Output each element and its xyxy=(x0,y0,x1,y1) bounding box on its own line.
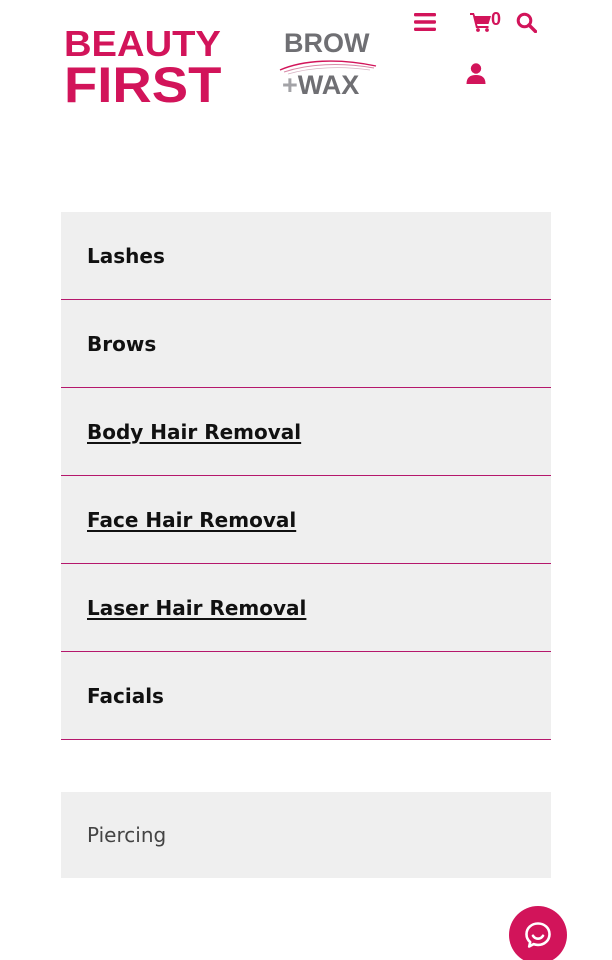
category-label: Facials xyxy=(87,683,164,708)
category-label: Lashes xyxy=(87,243,165,268)
category-item-face-hair-removal[interactable]: Face Hair Removal xyxy=(61,476,551,564)
search-icon[interactable] xyxy=(516,12,537,33)
logo-line-first: FIRST xyxy=(64,57,222,113)
category-item-laser-hair-removal[interactable]: Laser Hair Removal xyxy=(61,564,551,652)
logo-plus-sign: + xyxy=(282,70,298,100)
category-item-lashes[interactable]: Lashes xyxy=(61,212,551,300)
logo-wax-text: WAX xyxy=(297,70,360,100)
beauty-first-logo[interactable]: BEAUTY FIRST xyxy=(64,26,256,113)
category-link[interactable]: Body Hair Removal xyxy=(87,420,301,444)
chat-bubble-icon xyxy=(525,922,551,948)
category-item-body-hair-removal[interactable]: Body Hair Removal xyxy=(61,388,551,476)
page: BEAUTY FIRST BROW +WAX 0 Lashes Brows Bo… xyxy=(0,0,612,960)
cart-count-badge[interactable]: 0 xyxy=(491,10,501,28)
brow-wax-logo[interactable]: BROW +WAX xyxy=(278,28,378,108)
piercing-label: Piercing xyxy=(87,823,167,847)
shopping-cart-icon[interactable] xyxy=(470,12,492,32)
category-item-piercing[interactable]: Piercing xyxy=(61,792,551,878)
logo-line-wax: +WAX xyxy=(282,72,359,99)
category-item-brows[interactable]: Brows xyxy=(61,300,551,388)
hamburger-menu-icon[interactable] xyxy=(414,12,436,32)
category-link[interactable]: Laser Hair Removal xyxy=(87,596,306,620)
category-item-facials[interactable]: Facials xyxy=(61,652,551,740)
category-list: Lashes Brows Body Hair Removal Face Hair… xyxy=(61,212,551,740)
logo-line-brow: BROW xyxy=(284,28,370,58)
user-icon[interactable] xyxy=(466,63,486,84)
category-label: Brows xyxy=(87,331,157,356)
category-link[interactable]: Face Hair Removal xyxy=(87,508,296,532)
chat-button[interactable] xyxy=(509,906,567,960)
